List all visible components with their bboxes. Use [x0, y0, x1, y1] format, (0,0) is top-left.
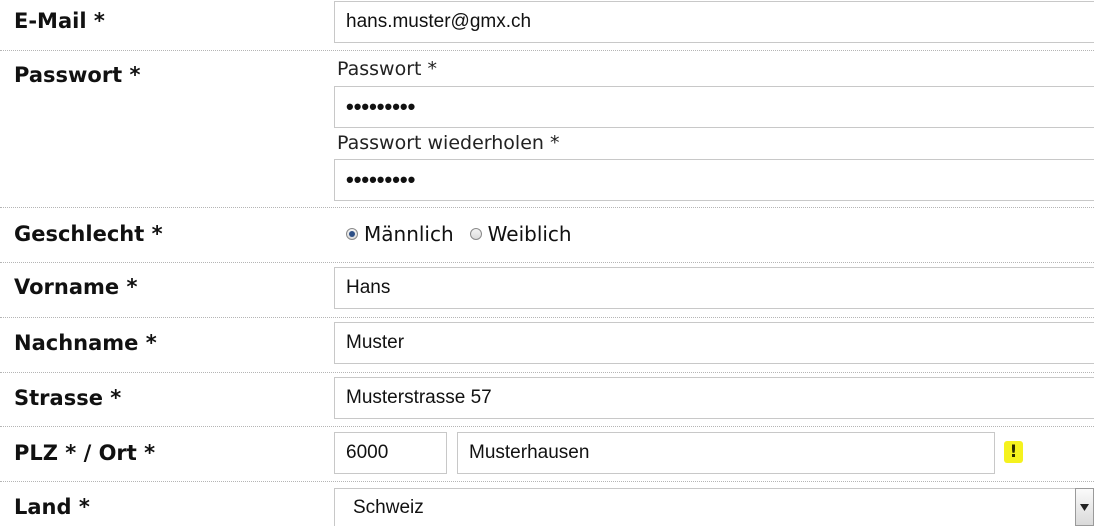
divider: [0, 207, 1094, 208]
password-repeat-input[interactable]: •••••••••: [334, 159, 1094, 201]
country-label: Land *: [14, 495, 90, 519]
lastname-input[interactable]: Muster: [334, 322, 1094, 364]
divider: [0, 372, 1094, 373]
city-input[interactable]: Musterhausen: [457, 432, 995, 474]
chevron-down-icon[interactable]: [1075, 488, 1094, 526]
email-input[interactable]: hans.muster@gmx.ch: [334, 1, 1094, 43]
password-field-label: Passwort *: [337, 58, 438, 80]
exclamation-icon: !: [1004, 441, 1023, 463]
divider: [0, 262, 1094, 263]
gender-radio-group: Männlich Weiblich: [346, 222, 572, 246]
zip-input[interactable]: 6000: [334, 432, 447, 474]
country-select[interactable]: Schweiz: [334, 488, 1075, 526]
gender-option-male-label[interactable]: Männlich: [364, 222, 454, 246]
gender-radio-female[interactable]: [469, 228, 482, 240]
lastname-label: Nachname *: [14, 331, 157, 355]
divider: [0, 426, 1094, 427]
gender-radio-male[interactable]: [346, 228, 358, 240]
divider: [0, 50, 1094, 51]
divider: [0, 481, 1094, 482]
divider: [0, 317, 1094, 318]
firstname-input[interactable]: Hans: [334, 267, 1094, 309]
zip-city-label: PLZ * / Ort *: [14, 441, 156, 465]
email-label: E-Mail *: [14, 9, 105, 33]
password-repeat-label: Passwort wiederholen *: [337, 132, 560, 154]
password-input[interactable]: •••••••••: [334, 86, 1094, 128]
gender-label: Geschlecht *: [14, 222, 163, 246]
gender-option-female-label[interactable]: Weiblich: [488, 222, 572, 246]
password-label: Passwort *: [14, 63, 141, 87]
street-input[interactable]: Musterstrasse 57: [334, 377, 1094, 419]
street-label: Strasse *: [14, 386, 122, 410]
firstname-label: Vorname *: [14, 275, 138, 299]
